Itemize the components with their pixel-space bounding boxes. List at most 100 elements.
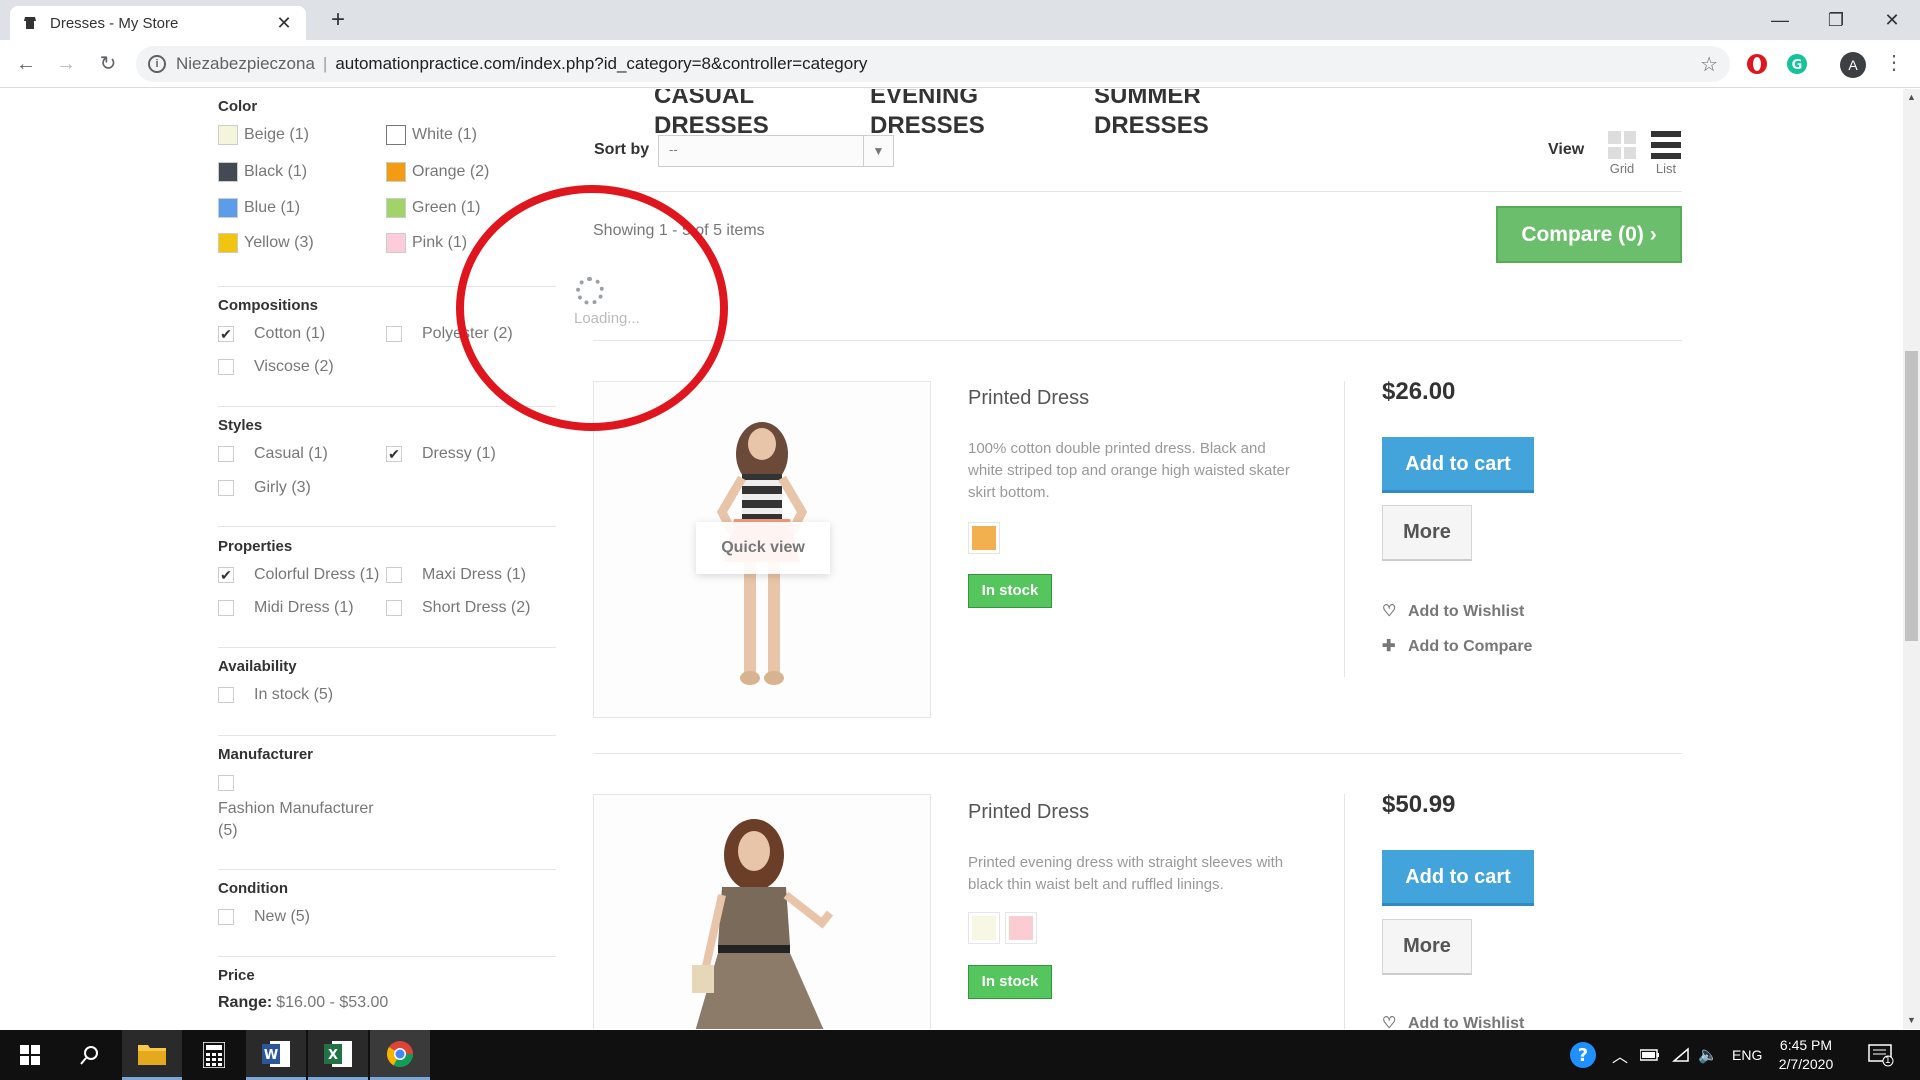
subcategory-evening-dresses[interactable]: EVENING DRESSES	[870, 89, 985, 141]
availability-filter-in-stock[interactable]: In stock (5)	[218, 686, 333, 704]
browser-tab[interactable]: Dresses - My Store ✕	[10, 6, 306, 40]
view-grid-button[interactable]: Grid	[1602, 131, 1642, 176]
subcategory-summer-dresses[interactable]: SUMMER DRESSES	[1094, 89, 1209, 141]
url-text[interactable]: automationpractice.com/index.php?id_cate…	[335, 54, 1700, 74]
wifi-icon[interactable]	[1672, 1030, 1690, 1080]
reload-icon[interactable]: ↻	[92, 48, 124, 80]
composition-filter-viscose[interactable]: Viscose (2)	[218, 358, 334, 376]
property-filter-colorful[interactable]: ✔ Colorful Dress (1)	[218, 566, 379, 584]
checkbox[interactable]	[386, 600, 402, 616]
product-name[interactable]: Printed Dress	[968, 387, 1089, 410]
system-clock[interactable]: 6:45 PM 2/7/2020	[1766, 1036, 1846, 1074]
checkbox[interactable]	[218, 480, 234, 496]
chevron-down-icon[interactable]: ▼	[863, 136, 893, 166]
file-explorer-icon[interactable]	[122, 1030, 182, 1080]
product-image[interactable]: Quick view	[593, 381, 931, 718]
excel-icon[interactable]: X	[308, 1030, 368, 1080]
property-filter-maxi[interactable]: Maxi Dress (1)	[386, 566, 526, 584]
word-icon[interactable]: W	[246, 1030, 306, 1080]
tab-close-icon[interactable]: ✕	[274, 13, 294, 34]
checkbox[interactable]	[386, 326, 402, 342]
search-icon[interactable]	[60, 1030, 120, 1080]
scroll-up-icon[interactable]: ▲	[1903, 89, 1920, 106]
product-color-swatch[interactable]	[968, 522, 1000, 554]
windows-start-icon[interactable]	[0, 1030, 60, 1080]
checkbox[interactable]	[386, 567, 402, 583]
new-tab-button[interactable]: +	[324, 6, 352, 34]
color-filter-orange[interactable]: Orange (2)	[386, 162, 489, 182]
subcategory-casual-dresses[interactable]: CASUAL DRESSES	[654, 89, 769, 141]
manufacturer-filter-label[interactable]: Fashion Manufacturer	[218, 800, 374, 818]
color-filter-blue[interactable]: Blue (1)	[218, 198, 300, 218]
more-button[interactable]: More	[1382, 919, 1472, 975]
product-color-swatch[interactable]	[1005, 912, 1037, 944]
style-filter-casual[interactable]: Casual (1)	[218, 445, 328, 463]
color-swatch[interactable]	[386, 162, 406, 182]
product-name[interactable]: Printed Dress	[968, 801, 1089, 824]
checkbox-checked[interactable]: ✔	[386, 446, 402, 462]
forward-icon[interactable]: →	[50, 48, 82, 80]
checkbox[interactable]	[218, 359, 234, 375]
color-swatch[interactable]	[218, 162, 238, 182]
color-swatch[interactable]	[218, 198, 238, 218]
close-window-button[interactable]: ✕	[1864, 0, 1920, 40]
help-icon[interactable]: ?	[1568, 1030, 1598, 1080]
color-filter-green[interactable]: Green (1)	[386, 198, 480, 218]
browser-menu-icon[interactable]: ⋮	[1884, 50, 1904, 75]
scroll-down-icon[interactable]: ▼	[1903, 1012, 1920, 1029]
volume-icon[interactable]: 🔈	[1698, 1030, 1718, 1080]
color-filter-yellow[interactable]: Yellow (3)	[218, 233, 314, 253]
color-swatch[interactable]	[218, 233, 238, 253]
info-icon[interactable]: i	[148, 55, 166, 73]
more-button[interactable]: More	[1382, 505, 1472, 561]
page-scrollbar[interactable]: ▲ ▼	[1903, 89, 1920, 1029]
property-filter-short[interactable]: Short Dress (2)	[386, 599, 530, 617]
checkbox[interactable]	[218, 775, 234, 791]
add-to-compare-link[interactable]: ✚ Add to Compare	[1382, 636, 1532, 656]
chrome-icon[interactable]	[370, 1030, 430, 1080]
show-hidden-icons-chevron-up-icon[interactable]: ︿	[1612, 1030, 1628, 1080]
style-filter-girly[interactable]: Girly (3)	[218, 479, 311, 497]
battery-icon[interactable]	[1640, 1030, 1660, 1080]
property-filter-midi[interactable]: Midi Dress (1)	[218, 599, 354, 617]
minimize-button[interactable]: —	[1752, 0, 1808, 40]
color-filter-beige[interactable]: Beige (1)	[218, 125, 309, 145]
composition-filter-cotton[interactable]: ✔ Cotton (1)	[218, 325, 325, 343]
checkbox-checked[interactable]: ✔	[218, 326, 234, 342]
color-swatch[interactable]	[386, 125, 406, 145]
scroll-thumb[interactable]	[1905, 351, 1918, 641]
color-filter-white[interactable]: White (1)	[386, 125, 477, 145]
add-to-cart-button[interactable]: Add to cart	[1382, 850, 1534, 906]
manufacturer-filter-checkbox[interactable]	[218, 775, 254, 791]
maximize-button[interactable]: ❐	[1808, 0, 1864, 40]
checkbox[interactable]	[218, 600, 234, 616]
back-icon[interactable]: ←	[10, 48, 42, 80]
checkbox-checked[interactable]: ✔	[218, 567, 234, 583]
add-to-wishlist-link[interactable]: ♡ Add to Wishlist	[1382, 601, 1524, 621]
view-list-button[interactable]: List	[1646, 131, 1686, 176]
color-swatch[interactable]	[386, 233, 406, 253]
quick-view-button[interactable]: Quick view	[696, 522, 830, 574]
checkbox[interactable]	[218, 909, 234, 925]
color-swatch[interactable]	[218, 125, 238, 145]
checkbox[interactable]	[218, 687, 234, 703]
language-indicator[interactable]: ENG	[1732, 1030, 1762, 1080]
sort-select[interactable]: -- ▼	[658, 135, 894, 167]
profile-avatar[interactable]: A	[1840, 52, 1866, 78]
add-to-cart-button[interactable]: Add to cart	[1382, 437, 1534, 493]
address-bar[interactable]: i Niezabezpieczona | automationpractice.…	[136, 46, 1730, 82]
notifications-icon[interactable]: 1	[1868, 1030, 1894, 1080]
add-to-wishlist-link[interactable]: ♡ Add to Wishlist	[1382, 1013, 1524, 1029]
bookmark-star-icon[interactable]: ☆	[1700, 52, 1718, 77]
color-filter-black[interactable]: Black (1)	[218, 162, 307, 182]
product-image[interactable]	[593, 794, 931, 1029]
checkbox[interactable]	[218, 446, 234, 462]
condition-filter-new[interactable]: New (5)	[218, 908, 310, 926]
product-color-swatch[interactable]	[968, 912, 1000, 944]
color-swatch[interactable]	[386, 198, 406, 218]
compare-button[interactable]: Compare (0) ›	[1496, 206, 1682, 263]
color-filter-pink[interactable]: Pink (1)	[386, 233, 467, 253]
calculator-icon[interactable]	[184, 1030, 244, 1080]
style-filter-dressy[interactable]: ✔ Dressy (1)	[386, 445, 496, 463]
grammarly-extension-icon[interactable]: G	[1786, 53, 1808, 75]
